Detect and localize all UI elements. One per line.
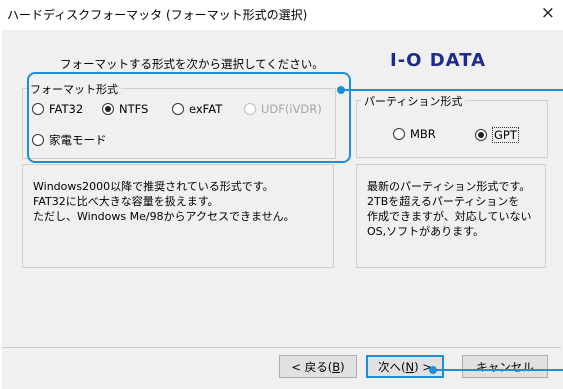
- radio-gpt[interactable]: GPT: [475, 127, 519, 143]
- radio-circle: [172, 103, 184, 115]
- instruction-text: フォーマットする形式を次から選択してください。: [60, 57, 324, 71]
- format-description-line: Windows2000以降で推奨されている形式です。: [33, 180, 274, 193]
- radio-circle-selected: [102, 103, 114, 115]
- radio-udf-ivdr: UDF(iVDR): [244, 102, 322, 116]
- radio-circle-disabled: [244, 103, 256, 115]
- window-title: ハードディスクフォーマッタ (フォーマット形式の選択): [7, 8, 308, 22]
- radio-label: UDF(iVDR): [261, 102, 322, 116]
- partition-description-line: OS,ソフトがあります。: [367, 225, 485, 238]
- radio-mbr[interactable]: MBR: [393, 127, 436, 141]
- back-button[interactable]: < 戻る(B): [279, 355, 357, 378]
- partition-group-legend: パーティション形式: [361, 93, 466, 109]
- format-description-line: ただし、Windows Me/98からアクセスできません。: [33, 210, 295, 223]
- partition-description-line: 作成できますが、対応していない: [367, 210, 532, 223]
- format-description-line: FAT32に比べ大きな容量を扱えます。: [33, 195, 219, 208]
- radio-label: MBR: [410, 127, 436, 141]
- partition-description-line: 最新のパーティション形式です。: [367, 180, 531, 193]
- dialog-body: フォーマットする形式を次から選択してください。 I-O DATA フォーマット形…: [2, 30, 563, 389]
- close-icon[interactable]: ×: [541, 3, 555, 23]
- radio-label: NTFS: [119, 102, 149, 116]
- format-group: フォーマット形式 FAT32 NTFS exFAT UDF(iVDR) 家電モー…: [22, 81, 336, 159]
- radio-label: exFAT: [189, 102, 223, 116]
- radio-circle: [32, 134, 44, 146]
- partition-description-line: 2TBを超えるパーティションを: [367, 195, 520, 208]
- button-separator: [2, 347, 561, 348]
- cancel-button[interactable]: キャンセル: [462, 355, 548, 378]
- highlight-leader-line: [433, 369, 563, 371]
- radio-label: FAT32: [49, 102, 84, 116]
- partition-group: パーティション形式 MBR GPT: [356, 93, 548, 158]
- format-description-box: Windows2000以降で推奨されている形式です。 FAT32に比べ大きな容量…: [22, 164, 334, 268]
- radio-circle: [32, 103, 44, 115]
- radio-exfat[interactable]: exFAT: [172, 102, 222, 116]
- radio-label: GPT: [492, 127, 519, 143]
- radio-appliance-mode[interactable]: 家電モード: [32, 132, 107, 148]
- radio-circle-selected: [475, 129, 487, 141]
- iodata-logo: I-O DATA: [390, 50, 487, 71]
- format-group-legend: フォーマット形式: [27, 81, 121, 97]
- partition-description-box: 最新のパーティション形式です。 2TBを超えるパーティションを 作成できますが、…: [356, 164, 546, 268]
- highlight-leader-line: [341, 89, 563, 91]
- radio-fat32[interactable]: FAT32: [32, 102, 83, 116]
- radio-circle: [393, 128, 405, 140]
- title-bar: ハードディスクフォーマッタ (フォーマット形式の選択) ×: [0, 0, 563, 30]
- radio-label: 家電モード: [49, 133, 107, 147]
- radio-ntfs[interactable]: NTFS: [102, 102, 148, 116]
